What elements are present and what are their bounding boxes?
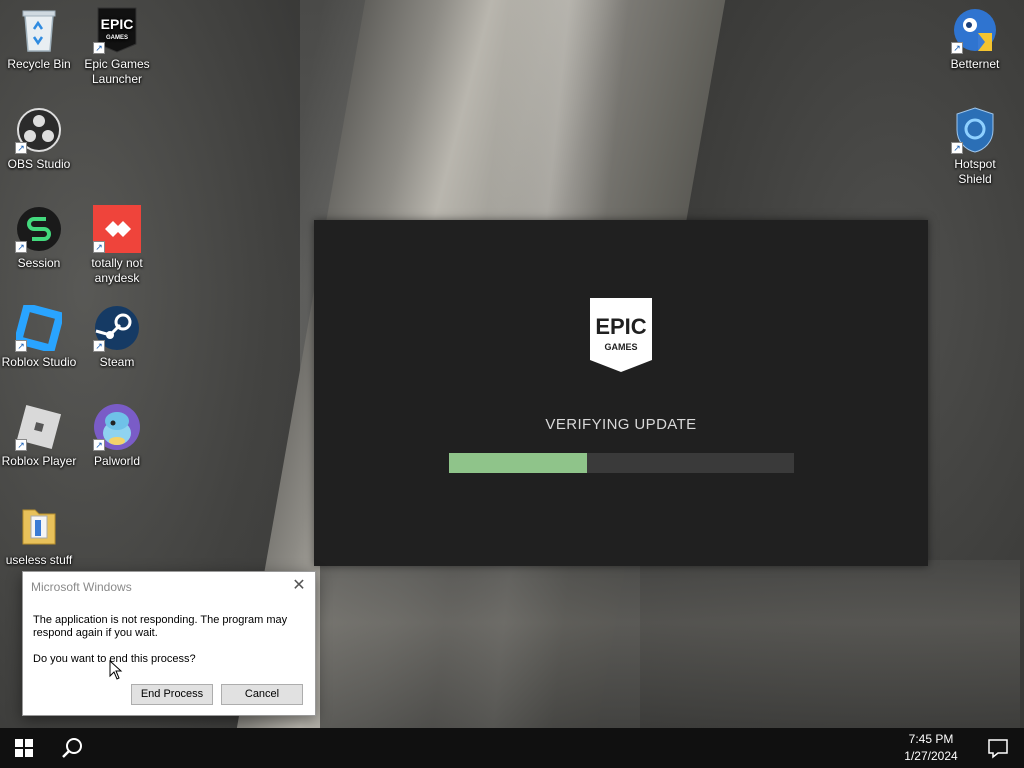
shortcut-arrow-icon: ↗: [93, 340, 105, 352]
notification-center-icon[interactable]: [986, 736, 1010, 760]
shortcut-arrow-icon: ↗: [951, 42, 963, 54]
session-icon: ↗: [15, 205, 63, 253]
roblox-studio-icon: ↗: [15, 304, 63, 352]
windows-logo-icon: [15, 739, 33, 757]
svg-text:GAMES: GAMES: [604, 342, 637, 352]
not-responding-dialog: Microsoft Windows ✕ The application is n…: [22, 571, 316, 716]
desktop-icon-label: Palworld: [93, 454, 141, 468]
svg-text:EPIC: EPIC: [595, 314, 646, 339]
start-button[interactable]: [0, 728, 48, 768]
epic-progress-fill: [449, 453, 587, 473]
taskbar: 7:45 PM 1/27/2024: [0, 728, 1024, 768]
desktop-icon-betternet[interactable]: ↗ Betternet: [936, 6, 1014, 72]
cancel-button[interactable]: Cancel: [221, 684, 303, 705]
end-process-button[interactable]: End Process: [131, 684, 213, 705]
steam-icon: ↗: [93, 304, 141, 352]
shortcut-arrow-icon: ↗: [93, 241, 105, 253]
desktop-icon-label: OBS Studio: [7, 157, 71, 171]
mouse-cursor-icon: [109, 660, 123, 680]
shortcut-arrow-icon: ↗: [93, 42, 105, 54]
svg-text:GAMES: GAMES: [106, 35, 128, 41]
taskbar-clock[interactable]: 7:45 PM 1/27/2024: [896, 731, 966, 765]
shortcut-arrow-icon: ↗: [15, 439, 27, 451]
close-icon[interactable]: ✕: [289, 576, 309, 596]
desktop-icon-label: Session: [17, 256, 61, 270]
roblox-player-icon: ↗: [15, 403, 63, 451]
desktop-icon-palworld[interactable]: ↗ Palworld: [78, 403, 156, 469]
clock-date: 1/27/2024: [904, 749, 958, 763]
dialog-message: The application is not responding. The p…: [33, 614, 288, 639]
shortcut-arrow-icon: ↗: [15, 241, 27, 253]
desktop-icon-recycle-bin[interactable]: Recycle Bin: [0, 6, 78, 72]
desktop-icon-session[interactable]: ↗ Session: [0, 205, 78, 271]
desktop-icon-hotspot-shield[interactable]: ↗ Hotspot Shield: [936, 106, 1014, 187]
clock-time: 7:45 PM: [908, 732, 954, 746]
desktop-icon-label: Hotspot Shield: [954, 157, 996, 186]
dialog-title: Microsoft Windows: [31, 580, 132, 594]
svg-text:EPIC: EPIC: [101, 16, 134, 32]
desktop-icon-label: totally not anydesk: [91, 256, 143, 285]
palworld-icon: ↗: [93, 403, 141, 451]
search-icon: [62, 738, 82, 758]
wallpaper-rock: [320, 560, 1020, 728]
recycle-bin-icon: [15, 6, 63, 54]
desktop-icon-label: useless stuff: [5, 553, 73, 567]
desktop-icon-epic-games-launcher[interactable]: EPIC GAMES ↗ Epic Games Launcher: [78, 6, 156, 87]
betternet-icon: ↗: [951, 6, 999, 54]
desktop-icon-useless-stuff[interactable]: useless stuff: [0, 502, 78, 568]
desktop-icon-roblox-studio[interactable]: ↗ Roblox Studio: [0, 304, 78, 370]
desktop-icon-anydesk[interactable]: ↗ totally not anydesk: [78, 205, 156, 286]
shortcut-arrow-icon: ↗: [93, 439, 105, 451]
shortcut-arrow-icon: ↗: [15, 340, 27, 352]
epic-progress-bar: [449, 453, 794, 473]
epic-launcher-window: EPIC GAMES VERIFYING UPDATE: [314, 220, 928, 566]
desktop-icon-label: Steam: [99, 355, 135, 369]
desktop-icon-roblox-player[interactable]: ↗ Roblox Player: [0, 403, 78, 469]
desktop-icon-label: Recycle Bin: [7, 57, 71, 71]
desktop-icon-label: Roblox Player: [1, 454, 77, 468]
epic-games-icon: EPIC GAMES ↗: [93, 6, 141, 54]
epic-status-text: VERIFYING UPDATE: [545, 416, 697, 433]
epic-games-logo: EPIC GAMES: [590, 298, 652, 372]
desktop-icon-label: Roblox Studio: [1, 355, 77, 369]
desktop-icon-label: Betternet: [950, 57, 1000, 71]
search-button[interactable]: [48, 728, 96, 768]
anydesk-icon: ↗: [93, 205, 141, 253]
folder-icon: [15, 502, 63, 550]
shortcut-arrow-icon: ↗: [951, 142, 963, 154]
hotspot-shield-icon: ↗: [951, 106, 999, 154]
obs-icon: ↗: [15, 106, 63, 154]
desktop-icon-steam[interactable]: ↗ Steam: [78, 304, 156, 370]
desktop-icon-label: Epic Games Launcher: [84, 57, 150, 86]
shortcut-arrow-icon: ↗: [15, 142, 27, 154]
desktop-icon-obs-studio[interactable]: ↗ OBS Studio: [0, 106, 78, 172]
